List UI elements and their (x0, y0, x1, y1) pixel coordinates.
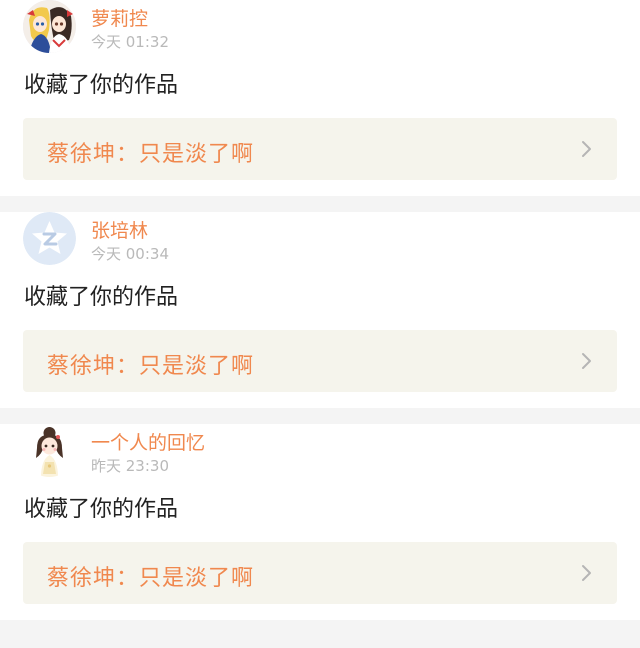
notification-header: 一个人的回忆 昨天 23:30 (23, 424, 617, 478)
timestamp: 今天 00:34 (91, 245, 169, 263)
timestamp: 昨天 23:30 (91, 457, 169, 475)
username[interactable]: 萝莉控 (91, 4, 148, 31)
username[interactable]: 张培林 (91, 216, 148, 243)
anime-girls-avatar-icon (23, 0, 76, 53)
chibi-girl-avatar-icon (23, 424, 76, 477)
timestamp: 今天 01:32 (91, 33, 169, 51)
action-text: 收藏了你的作品 (24, 73, 179, 98)
chevron-right-icon (582, 141, 591, 157)
action-text: 收藏了你的作品 (24, 497, 179, 522)
work-title: 蔡徐坤：只是淡了啊 (47, 566, 255, 591)
work-title: 蔡徐坤：只是淡了啊 (47, 142, 255, 167)
username[interactable]: 一个人的回忆 (91, 428, 205, 455)
work-title: 蔡徐坤：只是淡了啊 (47, 354, 255, 379)
notification-card: 萝莉控 今天 01:32 收藏了你的作品 蔡徐坤：只是淡了啊 (0, 0, 640, 196)
default-qzone-star-avatar-icon (23, 212, 76, 265)
avatar[interactable] (23, 212, 76, 265)
chevron-right-icon (582, 565, 591, 581)
action-text: 收藏了你的作品 (24, 285, 179, 310)
work-link-card[interactable]: 蔡徐坤：只是淡了啊 (23, 118, 617, 180)
chevron-right-icon (582, 353, 591, 369)
notification-card: 一个人的回忆 昨天 23:30 收藏了你的作品 蔡徐坤：只是淡了啊 (0, 424, 640, 620)
notification-header: 萝莉控 今天 01:32 (23, 0, 617, 54)
avatar[interactable] (23, 424, 76, 477)
work-link-card[interactable]: 蔡徐坤：只是淡了啊 (23, 542, 617, 604)
work-link-card[interactable]: 蔡徐坤：只是淡了啊 (23, 330, 617, 392)
avatar[interactable] (23, 0, 76, 53)
notification-header: 张培林 今天 00:34 (23, 212, 617, 266)
notification-feed: 萝莉控 今天 01:32 收藏了你的作品 蔡徐坤：只是淡了啊 张培林 今天 00… (0, 0, 640, 620)
notification-card: 张培林 今天 00:34 收藏了你的作品 蔡徐坤：只是淡了啊 (0, 212, 640, 408)
